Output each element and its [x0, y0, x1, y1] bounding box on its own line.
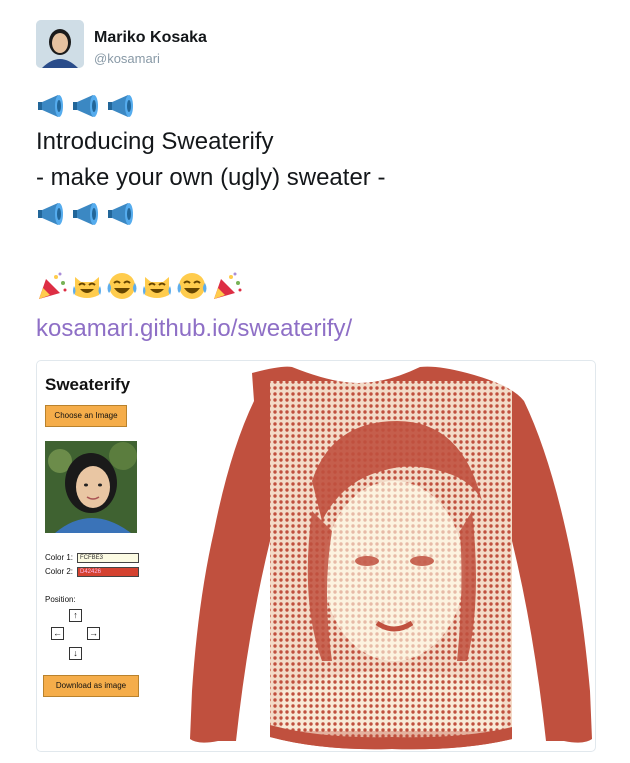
move-left-button[interactable]: ← [51, 627, 64, 640]
face-tears-of-joy-icon [107, 273, 137, 299]
choose-image-button[interactable]: Choose an Image [45, 405, 127, 427]
tweet-text: Introducing Sweaterify - make your own (… [36, 88, 596, 304]
display-name[interactable]: Mariko Kosaka [94, 29, 207, 47]
tweet-link[interactable]: kosamari.github.io/sweaterify/ [36, 315, 352, 343]
emoji-row-megaphones-bottom [36, 196, 596, 232]
megaphone-icon [108, 95, 133, 117]
position-label: Position: [45, 595, 76, 604]
face-tears-of-joy-icon [177, 273, 207, 299]
tweet-line-subtitle: - make your own (ugly) sweater - [36, 164, 386, 191]
move-down-button[interactable]: ↓ [69, 647, 82, 660]
color1-input[interactable]: FCFBE3 [77, 553, 139, 563]
emoji-row-megaphones-top [36, 88, 596, 124]
megaphone-icon [38, 203, 63, 225]
download-image-button[interactable]: Download as image [43, 675, 139, 697]
move-up-button[interactable]: ↑ [69, 609, 82, 622]
color2-label: Color 2: [45, 567, 74, 576]
sweater-preview [182, 361, 595, 751]
media-card[interactable]: Sweaterify Choose an Image Color 1: FCFB… [36, 360, 596, 752]
app-title: Sweaterify [45, 375, 131, 394]
color2-input[interactable]: D42426 [77, 567, 139, 577]
megaphone-icon [73, 203, 98, 225]
sweater-portrait-pattern [270, 381, 512, 741]
megaphone-icon [108, 203, 133, 225]
cat-tears-of-joy-icon [143, 277, 171, 298]
color1-label: Color 1: [45, 553, 74, 562]
party-popper-icon [214, 272, 242, 299]
party-popper-icon [39, 272, 67, 299]
megaphone-icon [38, 95, 63, 117]
megaphone-icon [73, 95, 98, 117]
avatar[interactable] [36, 20, 84, 68]
tweet-header: Mariko Kosaka @kosamari [36, 20, 596, 72]
user-handle[interactable]: @kosamari [94, 51, 160, 66]
move-right-button[interactable]: → [87, 627, 100, 640]
emoji-row-celebration [36, 268, 596, 304]
cat-tears-of-joy-icon [73, 277, 101, 298]
uploaded-photo [45, 441, 137, 533]
tweet-line-title: Introducing Sweaterify [36, 128, 274, 155]
